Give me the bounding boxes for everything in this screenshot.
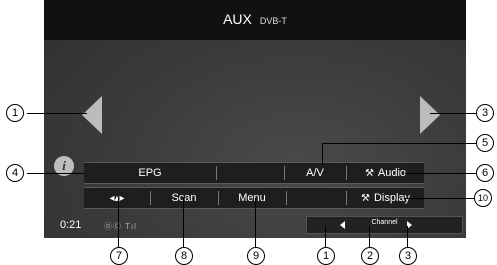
callout-line (405, 198, 477, 199)
callout-line (430, 113, 477, 114)
epg-button[interactable]: EPG (84, 163, 216, 183)
function-row-upper: EPG A/V ⚒ Audio (84, 162, 424, 184)
callout-line (322, 143, 323, 165)
callout-2: 2 (361, 247, 379, 265)
callout-line (405, 173, 477, 174)
menu-button[interactable]: Menu (219, 188, 285, 208)
blank-button[interactable] (287, 188, 347, 208)
av-button[interactable]: A/V (285, 163, 345, 183)
source-title: AUX DVB-T (44, 11, 466, 27)
callout-line (255, 198, 256, 247)
callout-8: 8 (175, 247, 193, 265)
channel-bar: Channel (306, 216, 463, 234)
callout-line (369, 226, 370, 247)
callout-10: 10 (474, 189, 492, 207)
callout-line (183, 198, 184, 247)
next-arrow-icon[interactable] (420, 96, 440, 134)
callout-3-bottom: 3 (399, 247, 417, 265)
callout-6: 6 (476, 164, 494, 182)
callout-9: 9 (247, 247, 265, 265)
callout-7: 7 (110, 247, 128, 265)
callout-line (322, 143, 477, 144)
callout-line (27, 173, 84, 174)
clock: 0:21 (60, 219, 82, 231)
callout-3: 3 (476, 104, 494, 122)
callout-line (27, 113, 87, 114)
source-title-label: AUX (223, 11, 252, 27)
source-subtitle: DVB-T (259, 16, 287, 26)
callout-1-bottom: 1 (317, 247, 335, 265)
audio-button-label: Audio (377, 167, 407, 179)
scan-button[interactable]: Scan (151, 188, 217, 208)
callout-4: 4 (6, 164, 24, 182)
previous-arrow-icon[interactable] (82, 96, 102, 134)
callout-5: 5 (476, 134, 494, 152)
directional-pad-icon: ◂▴▸ (109, 193, 125, 204)
function-row-lower: ◂▴▸ Scan Menu ⚒Display (84, 187, 424, 209)
callout-line (407, 226, 408, 247)
callout-line (118, 198, 119, 247)
callout-line (325, 226, 326, 247)
status-icons: ⒹⒸ Tıl (104, 222, 137, 231)
blank-button[interactable] (217, 163, 283, 183)
directional-pad-button[interactable]: ◂▴▸ (84, 188, 150, 208)
wrench-icon: ⚒ (360, 193, 370, 204)
callout-1: 1 (6, 104, 24, 122)
title-bar: AUX DVB-T (44, 0, 466, 40)
wrench-icon: ⚒ (364, 168, 374, 179)
channel-label: Channel (371, 219, 398, 226)
